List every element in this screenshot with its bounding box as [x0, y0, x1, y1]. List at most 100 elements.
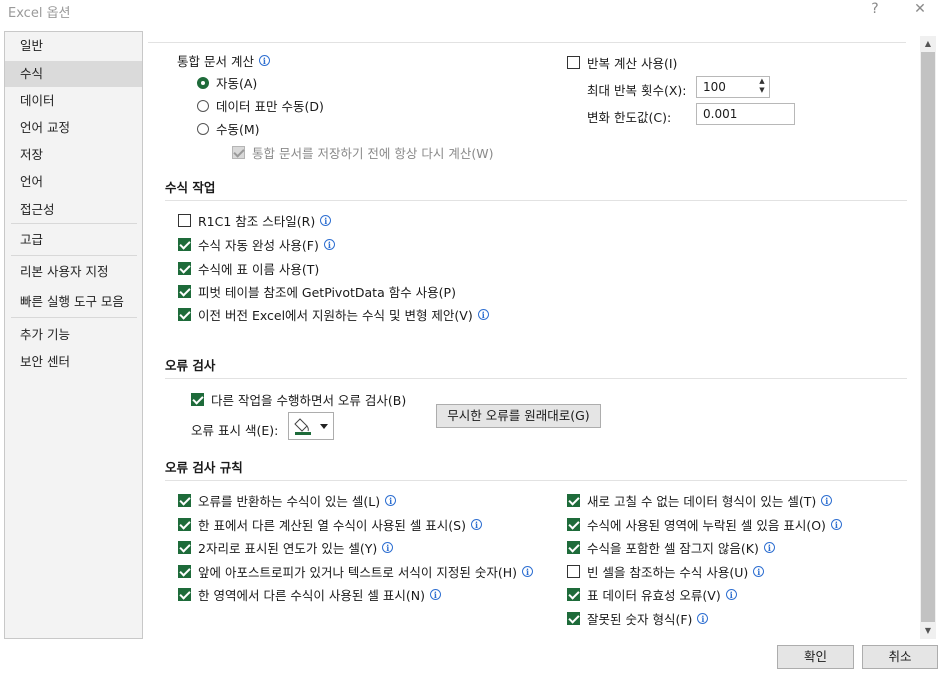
sidebar-item-quick-access[interactable]: 빠른 실행 도구 모음 — [5, 289, 142, 315]
max-iterations-input[interactable]: 100 ▲ ▼ — [696, 76, 770, 98]
info-icon[interactable]: i — [830, 519, 842, 530]
close-icon[interactable]: ✕ — [909, 0, 931, 18]
checkbox-checked-icon[interactable] — [178, 262, 191, 275]
checkbox-label: 수식 자동 완성 사용(F) — [198, 238, 319, 253]
rule-checkbox-right-2[interactable]: 수식을 포함한 셀 잠그지 않음(K) i — [567, 538, 775, 557]
scrollbar-thumb[interactable] — [921, 52, 935, 622]
checkbox-label: 수식에 사용된 영역에 누락된 셀 있음 표시(O) — [587, 518, 826, 533]
radio-icon[interactable] — [197, 99, 209, 112]
checkbox-label: 새로 고칠 수 없는 데이터 형식이 있는 셀(T) — [587, 494, 817, 509]
info-icon[interactable]: i — [821, 495, 833, 506]
info-icon[interactable]: i — [429, 589, 441, 600]
checkbox-checked-icon[interactable] — [567, 541, 580, 554]
checkbox-checked-icon[interactable] — [178, 541, 191, 554]
checkbox-checked-icon[interactable] — [178, 494, 191, 507]
sidebar-item-general[interactable]: 일반 — [5, 33, 142, 59]
scroll-down-icon[interactable]: ▼ — [920, 623, 936, 639]
checkbox-checked-icon[interactable] — [178, 588, 191, 601]
info-icon[interactable]: i — [323, 239, 335, 250]
checkbox-background-errcheck[interactable]: 다른 작업을 수행하면서 오류 검사(B) — [191, 390, 406, 409]
rule-checkbox-left-0[interactable]: 오류를 반환하는 수식이 있는 셀(L) i — [178, 491, 397, 510]
rule-checkbox-right-3[interactable]: 빈 셀을 참조하는 수식 사용(U) i — [567, 562, 765, 581]
checkbox-checked-icon[interactable] — [178, 238, 191, 251]
max-iterations-label: 최대 반복 횟수(X): — [587, 83, 687, 98]
rule-checkbox-left-1[interactable]: 한 표에서 다른 계산된 열 수식이 사용된 셀 표시(S) i — [178, 515, 482, 534]
error-color-picker[interactable] — [288, 412, 334, 440]
reset-ignored-errors-button[interactable]: 무시한 오류를 원래대로(G) — [436, 404, 601, 428]
rule-checkbox-left-4[interactable]: 한 영역에서 다른 수식이 사용된 셀 표시(N) i — [178, 585, 441, 604]
checkbox-table-names[interactable]: 수식에 표 이름 사용(T) — [178, 259, 319, 278]
checkbox-autocomplete[interactable]: 수식 자동 완성 사용(F) i — [178, 235, 335, 254]
sidebar-item-formulas[interactable]: 수식 — [5, 61, 142, 87]
rule-checkbox-left-2[interactable]: 2자리로 표시된 연도가 있는 셀(Y) i — [178, 538, 394, 557]
checkbox-label: 수식에 표 이름 사용(T) — [198, 262, 320, 277]
checkbox-icon[interactable] — [178, 214, 191, 227]
max-change-label: 변화 한도값(C): — [587, 110, 672, 125]
radio-label: 자동(A) — [216, 76, 258, 91]
checkbox-checked-icon[interactable] — [567, 588, 580, 601]
paint-bucket-icon — [294, 418, 328, 435]
checkbox-checked-icon[interactable] — [178, 285, 191, 298]
section-title-formulas: 수식 작업 — [165, 180, 216, 195]
rule-checkbox-right-5[interactable]: 잘못된 숫자 형식(F) i — [567, 609, 709, 628]
spinner-arrows-icon[interactable]: ▲ ▼ — [755, 77, 769, 97]
checkbox-r1c1[interactable]: R1C1 참조 스타일(R) i — [178, 211, 332, 230]
section-title-error-checking: 오류 검사 — [165, 358, 216, 373]
rule-checkbox-right-4[interactable]: 표 데이터 유효성 오류(V) i — [567, 585, 737, 604]
checkbox-checked-icon[interactable] — [567, 518, 580, 531]
checkbox-checked-icon[interactable] — [191, 393, 204, 406]
rule-checkbox-right-1[interactable]: 수식에 사용된 영역에 누락된 셀 있음 표시(O) i — [567, 515, 842, 534]
info-icon[interactable]: i — [382, 542, 394, 553]
checkbox-checked-icon[interactable] — [178, 308, 191, 321]
ok-button[interactable]: 확인 — [777, 645, 854, 669]
section-divider — [165, 378, 907, 379]
checkbox-iterative[interactable]: 반복 계산 사용(I) — [567, 53, 677, 72]
info-icon[interactable]: i — [470, 519, 482, 530]
info-icon[interactable]: i — [522, 566, 533, 577]
checkbox-label: R1C1 참조 스타일(R) — [198, 214, 316, 229]
checkbox-label: 빈 셀을 참조하는 수식 사용(U) — [587, 565, 749, 580]
rule-checkbox-left-3[interactable]: 앞에 아포스트로피가 있거나 텍스트로 서식이 지정된 숫자(H) i — [178, 562, 533, 581]
sidebar-divider — [11, 255, 137, 256]
radio-automatic[interactable]: 자동(A) — [197, 73, 257, 92]
sidebar-item-addins[interactable]: 추가 기능 — [5, 322, 142, 348]
info-icon[interactable]: i — [725, 589, 737, 600]
radio-auto-except-tables[interactable]: 데이터 표만 수동(D) — [197, 96, 324, 115]
rule-checkbox-right-0[interactable]: 새로 고칠 수 없는 데이터 형식이 있는 셀(T) i — [567, 491, 833, 510]
cancel-button[interactable]: 취소 — [862, 645, 938, 669]
sidebar-item-accessibility[interactable]: 접근성 — [5, 197, 142, 223]
help-icon[interactable]: ? — [864, 0, 886, 18]
checkbox-checked-icon[interactable] — [178, 565, 191, 578]
checkbox-checked-icon[interactable] — [567, 494, 580, 507]
info-icon[interactable]: i — [477, 309, 489, 320]
radio-selected-icon[interactable] — [197, 76, 209, 89]
sidebar-item-save[interactable]: 저장 — [5, 142, 142, 168]
info-icon[interactable]: i — [763, 542, 775, 553]
sidebar-item-language[interactable]: 언어 — [5, 169, 142, 195]
sidebar-divider — [11, 223, 137, 224]
max-change-input[interactable]: 0.001 — [696, 103, 795, 125]
radio-manual[interactable]: 수동(M) — [197, 119, 260, 138]
sidebar-item-proofing[interactable]: 언어 교정 — [5, 115, 142, 141]
info-icon[interactable]: i — [697, 613, 709, 624]
checkbox-getpivotdata[interactable]: 피벗 테이블 참조에 GetPivotData 함수 사용(P) — [178, 282, 456, 301]
info-icon[interactable]: i — [753, 566, 765, 577]
info-icon[interactable]: i — [320, 215, 332, 226]
checkbox-checked-icon[interactable] — [178, 518, 191, 531]
radio-icon[interactable] — [197, 122, 209, 135]
checkbox-label: 앞에 아포스트로피가 있거나 텍스트로 서식이 지정된 숫자(H) — [198, 565, 517, 580]
error-color-label: 오류 표시 색(E): — [191, 423, 279, 438]
sidebar-item-trust-center[interactable]: 보안 센터 — [5, 349, 142, 375]
sidebar-item-advanced[interactable]: 고급 — [5, 227, 142, 253]
checkbox-icon[interactable] — [567, 56, 580, 69]
info-icon[interactable]: i — [385, 495, 397, 506]
checkbox-icon[interactable] — [567, 565, 580, 578]
sidebar-item-data[interactable]: 데이터 — [5, 88, 142, 114]
scroll-up-icon[interactable]: ▲ — [920, 36, 936, 52]
checkbox-label: 한 영역에서 다른 수식이 사용된 셀 표시(N) — [198, 588, 425, 603]
info-icon[interactable]: i — [258, 55, 270, 66]
checkbox-legacy-suggest[interactable]: 이전 버전 Excel에서 지원하는 수식 및 변형 제안(V) i — [178, 305, 489, 324]
section-divider — [165, 480, 907, 481]
checkbox-checked-icon[interactable] — [567, 612, 580, 625]
sidebar-item-customize-ribbon[interactable]: 리본 사용자 지정 — [5, 259, 142, 285]
